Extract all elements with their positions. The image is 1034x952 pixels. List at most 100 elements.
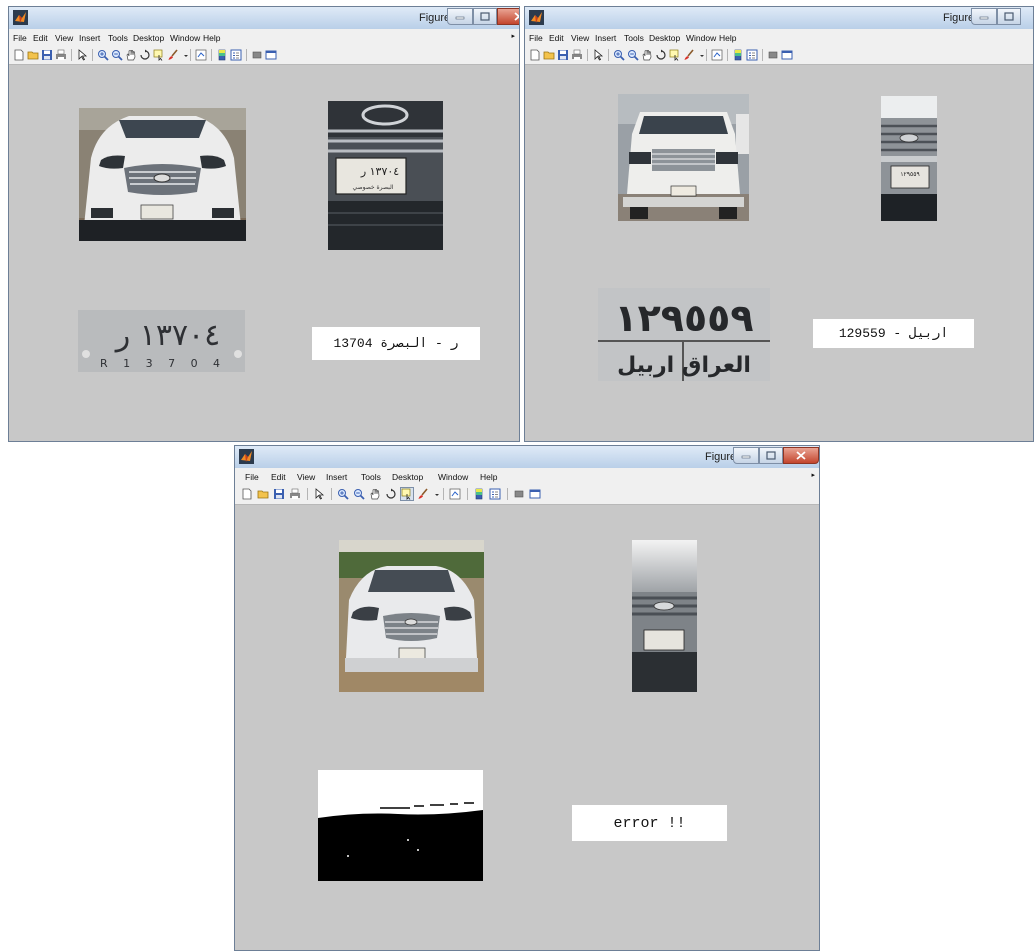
close-button[interactable] xyxy=(783,447,819,464)
print-icon[interactable] xyxy=(55,49,67,61)
svg-text:١٣٧٠٤ ر: ١٣٧٠٤ ر xyxy=(360,165,399,178)
edit-plot-icon[interactable] xyxy=(313,488,325,500)
show-plot-tools-icon[interactable] xyxy=(529,488,541,500)
title-bar[interactable]: Figure 3 xyxy=(525,7,1033,29)
open-file-icon[interactable] xyxy=(543,49,555,61)
rotate-3d-icon[interactable] xyxy=(385,488,397,500)
hide-plot-tools-icon[interactable] xyxy=(251,49,263,61)
extracted-plate-image: ١٣٧٠٤ ر R 1 3 7 0 4 xyxy=(78,310,245,372)
menu-overflow-icon[interactable]: ▸ xyxy=(511,32,515,40)
menu-window[interactable]: Window xyxy=(170,33,200,43)
open-file-icon[interactable] xyxy=(27,49,39,61)
data-cursor-icon[interactable] xyxy=(153,49,165,61)
title-bar[interactable]: Figure 1 xyxy=(9,7,519,29)
legend-icon[interactable] xyxy=(746,49,758,61)
hide-plot-tools-icon[interactable] xyxy=(767,49,779,61)
maximize-button[interactable] xyxy=(759,447,783,464)
colorbar-icon[interactable] xyxy=(732,49,744,61)
plate-city-text: العراق اربيل xyxy=(617,353,751,378)
zoom-in-icon[interactable] xyxy=(613,49,625,61)
menu-insert[interactable]: Insert xyxy=(595,33,616,43)
cropped-plate-region xyxy=(632,540,697,692)
minimize-button[interactable] xyxy=(447,8,473,25)
figure-canvas: ١٣٧٠٤ ر البصرة خصوصي ١٣٧٠٤ ر R 1 3 7 0 4… xyxy=(10,65,518,440)
rotate-3d-icon[interactable] xyxy=(655,49,667,61)
pan-icon[interactable] xyxy=(641,49,653,61)
print-icon[interactable] xyxy=(289,488,301,500)
new-figure-icon[interactable] xyxy=(13,49,25,61)
toolbar-separator xyxy=(307,488,308,500)
save-icon[interactable] xyxy=(41,49,53,61)
legend-icon[interactable] xyxy=(489,488,501,500)
menu-help[interactable]: Help xyxy=(719,33,736,43)
link-plot-icon[interactable] xyxy=(449,488,461,500)
menu-tools[interactable]: Tools xyxy=(624,33,644,43)
menu-edit[interactable]: Edit xyxy=(271,472,286,482)
menu-help[interactable]: Help xyxy=(480,472,497,482)
edit-plot-icon[interactable] xyxy=(592,49,604,61)
brush-dropdown-icon[interactable] xyxy=(431,488,439,500)
extracted-plate-image: ١٢٩٥٥٩ العراق اربيل xyxy=(598,288,770,381)
hide-plot-tools-icon[interactable] xyxy=(513,488,525,500)
menu-view[interactable]: View xyxy=(55,33,73,43)
edit-plot-icon[interactable] xyxy=(76,49,88,61)
menu-edit[interactable]: Edit xyxy=(33,33,48,43)
colorbar-icon[interactable] xyxy=(216,49,228,61)
new-figure-icon[interactable] xyxy=(241,488,253,500)
menu-file[interactable]: File xyxy=(245,472,259,482)
open-file-icon[interactable] xyxy=(257,488,269,500)
menu-edit[interactable]: Edit xyxy=(549,33,564,43)
maximize-icon xyxy=(766,447,776,465)
menu-overflow-icon[interactable]: ▸ xyxy=(811,471,815,479)
minimize-button[interactable] xyxy=(733,447,759,464)
maximize-button[interactable] xyxy=(997,8,1021,25)
new-figure-icon[interactable] xyxy=(529,49,541,61)
zoom-out-icon[interactable] xyxy=(627,49,639,61)
zoom-in-icon[interactable] xyxy=(97,49,109,61)
legend-icon[interactable] xyxy=(230,49,242,61)
save-icon[interactable] xyxy=(273,488,285,500)
zoom-in-icon[interactable] xyxy=(337,488,349,500)
show-plot-tools-icon[interactable] xyxy=(781,49,793,61)
rotate-3d-icon[interactable] xyxy=(139,49,151,61)
menu-window[interactable]: Window xyxy=(438,472,468,482)
pan-icon[interactable] xyxy=(125,49,137,61)
print-icon[interactable] xyxy=(571,49,583,61)
figure-window-1: Figure 1 File Edit View Insert Tools Des… xyxy=(8,6,520,442)
zoom-out-icon[interactable] xyxy=(353,488,365,500)
figure-canvas: error !! xyxy=(236,505,818,949)
car-photo xyxy=(618,94,749,221)
data-cursor-icon[interactable] xyxy=(669,49,681,61)
menu-insert[interactable]: Insert xyxy=(326,472,347,482)
menu-desktop[interactable]: Desktop xyxy=(392,472,423,482)
minimize-button[interactable] xyxy=(971,8,997,25)
close-button[interactable] xyxy=(497,8,519,25)
title-bar[interactable]: Figure 1 xyxy=(235,446,819,468)
brush-dropdown-icon[interactable] xyxy=(696,49,704,61)
link-plot-icon[interactable] xyxy=(195,49,207,61)
show-plot-tools-icon[interactable] xyxy=(265,49,277,61)
brush-dropdown-icon[interactable] xyxy=(180,49,188,61)
menu-view[interactable]: View xyxy=(571,33,589,43)
toolbar-separator xyxy=(762,49,763,61)
brush-icon[interactable] xyxy=(417,488,429,500)
menu-desktop[interactable]: Desktop xyxy=(133,33,164,43)
brush-icon[interactable] xyxy=(167,49,179,61)
zoom-out-icon[interactable] xyxy=(111,49,123,61)
menu-tools[interactable]: Tools xyxy=(361,472,381,482)
save-icon[interactable] xyxy=(557,49,569,61)
data-cursor-icon[interactable] xyxy=(400,487,414,501)
menu-help[interactable]: Help xyxy=(203,33,220,43)
menu-file[interactable]: File xyxy=(13,33,27,43)
menu-file[interactable]: File xyxy=(529,33,543,43)
menu-desktop[interactable]: Desktop xyxy=(649,33,680,43)
colorbar-icon[interactable] xyxy=(473,488,485,500)
link-plot-icon[interactable] xyxy=(711,49,723,61)
menu-view[interactable]: View xyxy=(297,472,315,482)
brush-icon[interactable] xyxy=(683,49,695,61)
pan-icon[interactable] xyxy=(369,488,381,500)
menu-window[interactable]: Window xyxy=(686,33,716,43)
menu-tools[interactable]: Tools xyxy=(108,33,128,43)
menu-insert[interactable]: Insert xyxy=(79,33,100,43)
maximize-button[interactable] xyxy=(473,8,497,25)
